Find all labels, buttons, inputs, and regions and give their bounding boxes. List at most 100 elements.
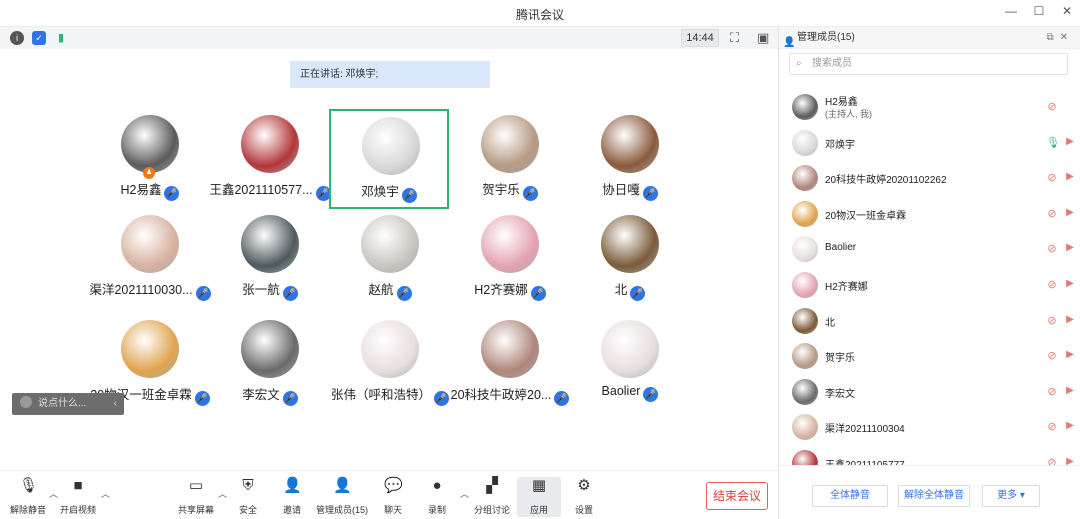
member-avatar bbox=[792, 200, 818, 227]
member-role: (主持人, 我) bbox=[825, 109, 872, 119]
participant-name-text: 张伟（呼和浩特） bbox=[330, 388, 431, 402]
settings-label: 设置 bbox=[574, 505, 593, 515]
panel-controls[interactable]: ⧉✕ bbox=[1046, 27, 1074, 49]
participant-avatar bbox=[481, 215, 539, 273]
mic-muted-icon[interactable]: ⊘ bbox=[1046, 242, 1058, 255]
camera-off-icon: ■ bbox=[73, 477, 83, 494]
participant-tile[interactable]: 北 🎤 bbox=[570, 209, 690, 309]
member-row[interactable]: 北 ⊘ ▶ bbox=[779, 304, 1080, 338]
fullscreen-icon[interactable]: ⛶ bbox=[730, 30, 739, 46]
chat-placeholder: 说点什么... bbox=[38, 398, 87, 409]
mic-muted-icon[interactable]: ⊘ bbox=[1046, 278, 1058, 291]
video-options-caret[interactable]: ︿ bbox=[101, 487, 110, 500]
participant-name-text: 王鑫2021110577... bbox=[209, 183, 313, 197]
camera-off-icon[interactable]: ▶ bbox=[1063, 314, 1077, 325]
mic-icon: 🎤 bbox=[642, 186, 658, 201]
mic-muted-icon[interactable]: ⊘ bbox=[1046, 314, 1058, 327]
member-row[interactable]: 贺宇乐 ⊘ ▶ bbox=[779, 339, 1080, 373]
participant-avatar bbox=[601, 115, 659, 173]
participant-tile[interactable]: 协日嘎 🎤 bbox=[570, 109, 690, 209]
participant-avatar bbox=[481, 115, 539, 173]
host-badge-icon: ♟ bbox=[143, 167, 155, 179]
mic-muted-icon[interactable]: ⊘ bbox=[1046, 100, 1058, 113]
settings-button[interactable]: ⚙ 设置 bbox=[562, 477, 606, 517]
mic-on-icon[interactable]: 🎙 bbox=[1046, 136, 1060, 149]
member-row[interactable]: Baolier ⊘ ▶ bbox=[779, 232, 1080, 266]
collapse-icon[interactable]: ‹ bbox=[114, 393, 117, 415]
participant-avatar bbox=[121, 115, 179, 173]
signal-icon[interactable]: ▮ bbox=[54, 31, 68, 45]
member-row[interactable]: 20科技牛政婷20201102262 ⊘ ▶ bbox=[779, 161, 1080, 195]
members-icon: 👤 bbox=[333, 477, 352, 494]
mic-icon: 🎤 bbox=[396, 286, 412, 301]
member-row[interactable]: 20物汉一班金卓霖 ⊘ ▶ bbox=[779, 197, 1080, 231]
camera-off-icon[interactable]: ▶ bbox=[1063, 420, 1077, 431]
mic-muted-icon[interactable]: ⊘ bbox=[1046, 207, 1058, 220]
member-avatar bbox=[792, 307, 818, 334]
member-avatar bbox=[792, 343, 818, 370]
shield-icon[interactable]: ✓ bbox=[32, 31, 46, 45]
camera-off-icon[interactable]: ▶ bbox=[1063, 171, 1077, 182]
camera-off-icon[interactable]: ▶ bbox=[1063, 349, 1077, 360]
member-avatar bbox=[792, 414, 818, 441]
more-button[interactable]: 更多 ▾ bbox=[982, 485, 1040, 507]
mic-muted-icon[interactable]: ⊘ bbox=[1046, 349, 1058, 362]
close-icon[interactable]: ✕ bbox=[1060, 4, 1074, 18]
status-bar: i ✓ ▮ 14:44 ⛶ ▣ bbox=[0, 27, 778, 49]
member-row[interactable]: H2齐赛娜 ⊘ ▶ bbox=[779, 268, 1080, 302]
mic-muted-icon[interactable]: ⊘ bbox=[1046, 420, 1058, 433]
member-row[interactable]: 渠洋20211100304 ⊘ ▶ bbox=[779, 410, 1080, 444]
layout-icon[interactable]: ▣ bbox=[757, 30, 769, 46]
participant-tile[interactable]: Baolier 🎤 bbox=[570, 314, 690, 414]
mic-icon: 🎤 bbox=[643, 387, 659, 402]
unmute-all-button[interactable]: 解除全体静音 bbox=[898, 485, 970, 507]
participant-avatar bbox=[241, 115, 299, 173]
camera-off-icon[interactable]: ▶ bbox=[1063, 136, 1077, 147]
mic-muted-icon[interactable]: ⊘ bbox=[1046, 171, 1058, 184]
meeting-time: 14:44 bbox=[681, 29, 719, 47]
end-meeting-button[interactable]: 结束会议 bbox=[706, 482, 768, 510]
participant-name: Baolier 🎤 bbox=[540, 384, 720, 402]
maximize-icon[interactable]: ☐ bbox=[1032, 4, 1046, 18]
invite-icon: 👤 bbox=[283, 477, 302, 494]
camera-off-icon[interactable]: ▶ bbox=[1063, 385, 1077, 396]
unmute-button[interactable]: 🎙 解除静音 bbox=[6, 477, 50, 517]
record-button[interactable]: ● 录制 bbox=[415, 477, 459, 517]
meeting-toolbar: 🎙 解除静音 ︿ ■ 开启视频 ︿ ▭ 共享屏幕 ︿ ⛨ 安全 👤 邀请 👤 管… bbox=[0, 470, 778, 519]
member-avatar bbox=[792, 94, 818, 120]
participant-name-text: 张一航 bbox=[242, 283, 280, 297]
share-screen-icon: ▭ bbox=[188, 477, 204, 494]
member-avatar bbox=[792, 165, 818, 192]
info-icon[interactable]: i bbox=[10, 31, 24, 45]
manage-members-button[interactable]: 👤 管理成员(15) bbox=[316, 477, 368, 517]
participant-avatar bbox=[481, 320, 539, 378]
record-icon: ● bbox=[432, 477, 442, 494]
mute-all-button[interactable]: 全体静音 bbox=[812, 485, 888, 507]
security-shield-icon: ⛨ bbox=[242, 477, 254, 494]
participant-name-text: 北 bbox=[614, 283, 628, 297]
members-panel: 👤 管理成员(15) ⧉✕ ⌕ 搜索成员 H2易鑫 (主持人, 我) ⊘ 邓焕宇 🎙 ▶ 2… bbox=[779, 27, 1080, 519]
participant-name-text: 贺宇乐 bbox=[482, 183, 520, 197]
invite-button[interactable]: 👤 邀请 bbox=[270, 477, 314, 517]
member-row[interactable]: 李宏文 ⊘ ▶ bbox=[779, 375, 1080, 409]
member-row[interactable]: H2易鑫 (主持人, 我) ⊘ bbox=[779, 90, 1080, 124]
member-search-input[interactable]: ⌕ 搜索成员 bbox=[789, 53, 1068, 75]
apps-grid-icon: ▦ bbox=[531, 477, 547, 494]
camera-off-icon[interactable]: ▶ bbox=[1063, 242, 1077, 253]
mic-muted-icon[interactable]: ⊘ bbox=[1046, 385, 1058, 398]
participant-avatar bbox=[241, 320, 299, 378]
member-row[interactable]: 邓焕宇 🎙 ▶ bbox=[779, 126, 1080, 160]
camera-off-icon[interactable]: ▶ bbox=[1063, 278, 1077, 289]
members-icon: 👤 bbox=[783, 37, 796, 48]
camera-off-icon[interactable]: ▶ bbox=[1063, 207, 1077, 218]
minimize-icon[interactable]: — bbox=[1004, 4, 1018, 18]
share-screen-button[interactable]: ▭ 共享屏幕 bbox=[174, 477, 218, 517]
member-name: 20物汉一班金卓霖 bbox=[825, 210, 907, 222]
video-button[interactable]: ■ 开启视频 bbox=[56, 477, 100, 517]
mic-icon: 🎤 bbox=[401, 188, 417, 203]
record-options-caret[interactable]: ︿ bbox=[460, 487, 469, 500]
member-avatar bbox=[792, 236, 818, 263]
mic-muted-icon: 🎙 bbox=[19, 477, 39, 494]
participant-avatar bbox=[241, 215, 299, 273]
chat-quick-input[interactable]: 说点什么... ‹ bbox=[12, 393, 124, 415]
